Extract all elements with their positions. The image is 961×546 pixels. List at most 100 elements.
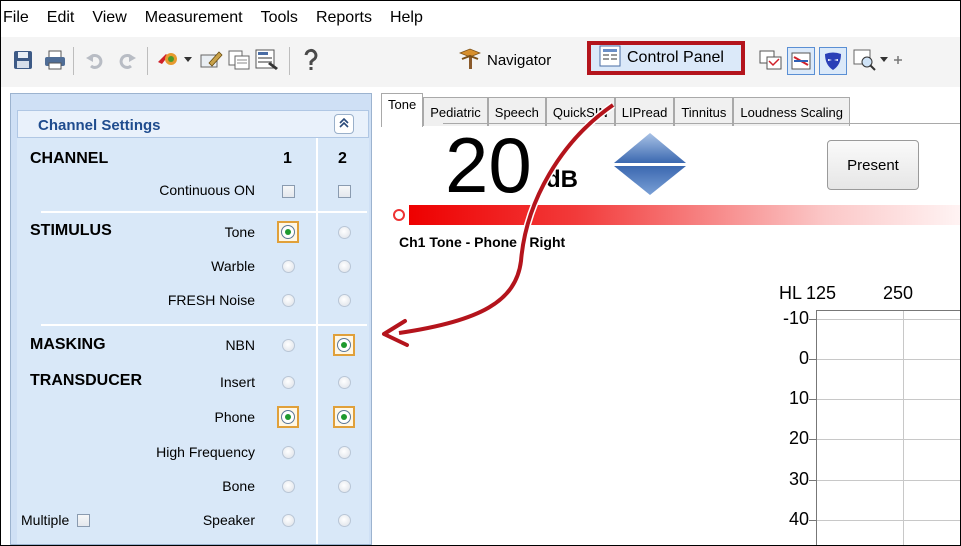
phone-ch1-radio[interactable]	[277, 406, 299, 428]
bone-ch1-radio[interactable]	[281, 479, 295, 493]
menu-edit[interactable]: Edit	[38, 9, 84, 27]
level-unit: dB	[546, 166, 578, 193]
menu-reports[interactable]: Reports	[307, 9, 381, 27]
nbn-ch1-radio[interactable]	[281, 338, 295, 352]
redo-icon[interactable]	[113, 46, 141, 74]
hl-label-40: 40	[788, 509, 809, 529]
level-down-arrow-icon[interactable]	[614, 166, 686, 195]
navigator-label: Navigator	[487, 51, 552, 69]
section-channel: CHANNEL	[30, 150, 109, 167]
column-header-2: 2	[338, 150, 347, 167]
fresh-noise-ch2-radio[interactable]	[337, 293, 351, 307]
tab-speech-label: Speech	[494, 104, 539, 120]
menu-bar: File Edit View Measurement Tools Reports…	[1, 1, 960, 35]
channel-settings-header: Channel Settings	[17, 110, 369, 138]
navigator-icon	[458, 46, 482, 74]
section-stimulus: STIMULUS	[30, 222, 112, 239]
transducer-bone-label: Bone	[222, 478, 255, 494]
phone-ch2-radio[interactable]	[333, 406, 355, 428]
tone-ch2-radio[interactable]	[337, 225, 351, 239]
channel-settings-title: Channel Settings	[38, 117, 161, 134]
multiple-option: Multiple	[21, 512, 91, 528]
nbn-ch2-radio[interactable]	[333, 334, 355, 356]
level-indicator-icon	[393, 209, 405, 221]
hl-label-0: 0	[798, 348, 809, 368]
patient-icon[interactable]	[153, 46, 181, 74]
level-up-arrow-icon[interactable]	[614, 133, 686, 163]
menu-tools[interactable]: Tools	[252, 9, 307, 27]
menu-view[interactable]: View	[83, 9, 135, 27]
section-transducer: TRANSDUCER	[30, 372, 142, 389]
speaker-ch1-radio[interactable]	[281, 513, 295, 527]
bone-ch2-radio[interactable]	[337, 479, 351, 493]
tab-tinnitus[interactable]: Tinnitus	[674, 97, 734, 126]
present-button[interactable]: Present	[827, 140, 919, 190]
more-icon[interactable]	[891, 46, 905, 74]
high-frequency-ch2-radio[interactable]	[337, 445, 351, 459]
stimulus-warble-label: Warble	[211, 258, 255, 274]
continuous-ch1-checkbox[interactable]	[281, 184, 295, 198]
tone-ch1-radio[interactable]	[277, 221, 299, 243]
present-label: Present	[847, 156, 899, 174]
menu-measurement[interactable]: Measurement	[136, 9, 252, 27]
control-panel-button[interactable]: Control Panel	[587, 41, 745, 75]
tab-tone[interactable]: Tone	[381, 93, 424, 127]
stimulus-tone-label: Tone	[224, 224, 255, 240]
undo-icon[interactable]	[81, 46, 109, 74]
menu-help[interactable]: Help	[381, 9, 432, 27]
print-icon[interactable]	[41, 46, 69, 74]
level-stepper	[612, 131, 688, 202]
continuous-on-label: Continuous ON	[159, 182, 255, 198]
hl-label-30: 30	[788, 469, 809, 489]
insert-ch2-radio[interactable]	[337, 375, 351, 389]
multiple-label: Multiple	[21, 512, 70, 528]
zoom-icon[interactable]	[851, 46, 879, 74]
chevron-up-icon	[339, 115, 349, 133]
warble-ch2-radio[interactable]	[337, 259, 351, 273]
hl-label-10: 10	[788, 388, 809, 408]
tab-lipread[interactable]: LIPread	[614, 97, 675, 126]
collapse-button[interactable]	[334, 114, 354, 134]
transducer-speaker-label: Speaker	[202, 512, 255, 528]
session-icon[interactable]	[225, 46, 253, 74]
tab-tinnitus-label: Tinnitus	[681, 104, 727, 120]
save-icon[interactable]	[9, 46, 37, 74]
transducer-insert-label: Insert	[219, 374, 255, 390]
toolbar: Navigator Control Panel	[1, 37, 960, 87]
tab-tone-label: Tone	[388, 97, 417, 112]
tab-loudness-scaling-label: Loudness Scaling	[740, 104, 844, 120]
graph-compare-icon[interactable]	[757, 46, 785, 74]
report-icon[interactable]	[253, 46, 281, 74]
navigator-button[interactable]: Navigator	[458, 45, 552, 75]
edit-icon[interactable]	[197, 46, 225, 74]
mask-icon[interactable]	[819, 47, 847, 75]
channel-settings-body: CHANNEL 1 2 Continuous ON STIMULUS Tone …	[17, 138, 369, 544]
app-window: File Edit View Measurement Tools Reports…	[0, 0, 961, 546]
help-icon[interactable]	[297, 46, 325, 74]
section-masking: MASKING	[30, 336, 106, 353]
tab-lipread-label: LIPread	[621, 104, 668, 120]
level-bar	[409, 205, 960, 225]
menu-file[interactable]: File	[1, 9, 38, 27]
tab-loudness-scaling[interactable]: Loudness Scaling	[733, 97, 851, 126]
continuous-ch2-checkbox[interactable]	[337, 184, 351, 198]
multiple-checkbox[interactable]	[77, 513, 91, 527]
tab-quicksin[interactable]: QuickSIN	[545, 97, 615, 126]
fresh-noise-ch1-radio[interactable]	[281, 293, 295, 307]
channel-settings-panel: Channel Settings CHANNEL 1 2 Continuous …	[10, 93, 372, 545]
warble-ch1-radio[interactable]	[281, 259, 295, 273]
transducer-high-frequency-label: High Frequency	[156, 444, 255, 460]
audiogram-grid[interactable]	[809, 310, 960, 545]
high-frequency-ch1-radio[interactable]	[281, 445, 295, 459]
insert-ch1-radio[interactable]	[281, 375, 295, 389]
hl-label--10: -10	[782, 308, 809, 328]
speaker-ch2-radio[interactable]	[337, 513, 351, 527]
column-header-1: 1	[283, 150, 292, 167]
level-value: 20	[445, 121, 532, 209]
dropdown-arrow-icon[interactable]	[877, 46, 891, 74]
audiogram-hl-label: HL	[779, 283, 803, 303]
dropdown-arrow-icon[interactable]	[181, 46, 195, 74]
frequency-label-250: 250	[883, 283, 914, 303]
audiogram-view-icon[interactable]	[787, 47, 815, 75]
masking-nbn-label: NBN	[225, 337, 255, 353]
